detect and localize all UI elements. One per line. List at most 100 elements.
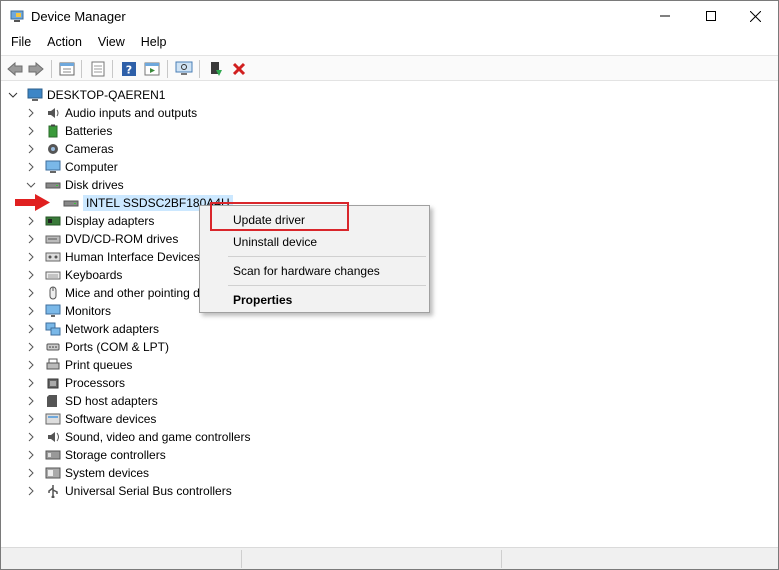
- properties-view-button[interactable]: [57, 59, 77, 79]
- menu-bar: File Action View Help: [1, 32, 778, 54]
- chevron-right-icon[interactable]: [25, 269, 37, 281]
- tree-category-software-devices[interactable]: Software devices: [25, 410, 156, 428]
- context-scan-hardware[interactable]: Scan for hardware changes: [233, 264, 380, 278]
- forward-button[interactable]: [26, 59, 46, 79]
- chevron-right-icon[interactable]: [25, 305, 37, 317]
- tree-category-disk-drives[interactable]: Disk drives: [25, 176, 124, 194]
- minimize-button[interactable]: [642, 1, 688, 31]
- status-bar: [1, 547, 778, 569]
- properties-view-icon: [59, 62, 75, 76]
- tree-category-label: Audio inputs and outputs: [65, 106, 198, 120]
- chevron-right-icon[interactable]: [25, 377, 37, 389]
- close-icon: [749, 10, 761, 22]
- chevron-right-icon[interactable]: [25, 485, 37, 497]
- tree-category-label: Batteries: [65, 124, 113, 138]
- uninstall-button[interactable]: [229, 59, 249, 79]
- chevron-right-icon[interactable]: [25, 251, 37, 263]
- tree-category-monitors[interactable]: Monitors: [25, 302, 111, 320]
- tree-category-label: Network adapters: [65, 322, 160, 336]
- tree-category-sound-video-and-game-controllers[interactable]: Sound, video and game controllers: [25, 428, 250, 446]
- chevron-right-icon[interactable]: [25, 233, 37, 245]
- scan-hardware-button[interactable]: [174, 59, 194, 79]
- tree-category-system-devices[interactable]: System devices: [25, 464, 149, 482]
- update-driver-button[interactable]: [206, 59, 226, 79]
- device-tree: DESKTOP-QAEREN1 Audio inputs and outputs…: [1, 83, 778, 547]
- tree-category-cameras[interactable]: Cameras: [25, 140, 114, 158]
- tree-category-processors[interactable]: Processors: [25, 374, 125, 392]
- chevron-right-icon[interactable]: [25, 215, 37, 227]
- tree-category-computer[interactable]: Computer: [25, 158, 118, 176]
- list-button[interactable]: [88, 59, 108, 79]
- device-manager-app-icon: [10, 10, 24, 22]
- usb-icon: [45, 484, 61, 499]
- menu-help[interactable]: Help: [133, 32, 175, 52]
- tree-category-label: Monitors: [65, 304, 112, 318]
- tree-category-label: Ports (COM & LPT): [65, 340, 170, 354]
- chevron-right-icon[interactable]: [25, 431, 37, 443]
- tree-category-audio-inputs-and-outputs[interactable]: Audio inputs and outputs: [25, 104, 197, 122]
- run-button[interactable]: [142, 59, 162, 79]
- mouse-icon: [45, 286, 61, 300]
- chevron-right-icon[interactable]: [25, 359, 37, 371]
- chevron-right-icon[interactable]: [25, 287, 37, 299]
- tree-root[interactable]: DESKTOP-QAEREN1: [7, 86, 165, 104]
- sd-card-icon: [45, 394, 61, 408]
- software-device-icon: [45, 412, 61, 426]
- display-adapter-icon: [45, 214, 61, 228]
- computer-icon: [45, 160, 61, 174]
- tree-category-label: DVD/CD-ROM drives: [65, 232, 179, 246]
- context-uninstall-device[interactable]: Uninstall device: [233, 235, 317, 249]
- tree-category-universal-serial-bus-controllers[interactable]: Universal Serial Bus controllers: [25, 482, 232, 500]
- chevron-right-icon[interactable]: [25, 161, 37, 173]
- computer-name: DESKTOP-QAEREN1: [47, 88, 166, 102]
- tree-category-storage-controllers[interactable]: Storage controllers: [25, 446, 166, 464]
- chevron-right-icon[interactable]: [25, 143, 37, 155]
- tree-category-sd-host-adapters[interactable]: SD host adapters: [25, 392, 158, 410]
- maximize-button[interactable]: [688, 1, 734, 31]
- close-button[interactable]: [732, 1, 778, 31]
- menu-action[interactable]: Action: [39, 32, 90, 52]
- status-divider: [501, 550, 502, 568]
- chevron-down-icon[interactable]: [25, 179, 37, 191]
- tree-category-display-adapters[interactable]: Display adapters: [25, 212, 154, 230]
- toolbar: ?: [1, 55, 778, 81]
- chevron-right-icon[interactable]: [25, 467, 37, 479]
- chevron-right-icon[interactable]: [25, 449, 37, 461]
- chevron-right-icon[interactable]: [25, 107, 37, 119]
- tree-category-dvd-cd-rom-drives[interactable]: DVD/CD-ROM drives: [25, 230, 178, 248]
- menu-file[interactable]: File: [3, 32, 39, 52]
- storage-controller-icon: [45, 448, 61, 462]
- toolbar-separator: [81, 60, 82, 78]
- svg-text:?: ?: [126, 64, 132, 77]
- processor-icon: [45, 376, 61, 390]
- tree-category-ports-com-lpt[interactable]: Ports (COM & LPT): [25, 338, 169, 356]
- chevron-right-icon[interactable]: [25, 323, 37, 335]
- system-device-icon: [45, 466, 61, 480]
- context-properties[interactable]: Properties: [233, 293, 292, 307]
- update-driver-highlight-box: [210, 202, 349, 231]
- scan-monitor-icon: [175, 61, 193, 75]
- tree-category-network-adapters[interactable]: Network adapters: [25, 320, 159, 338]
- menu-view[interactable]: View: [90, 32, 133, 52]
- tree-category-human-interface-devices[interactable]: Human Interface Devices: [25, 248, 200, 266]
- run-icon: [144, 62, 160, 76]
- tree-category-batteries[interactable]: Batteries: [25, 122, 112, 140]
- tree-category-keyboards[interactable]: Keyboards: [25, 266, 122, 284]
- tree-category-label: SD host adapters: [65, 394, 158, 408]
- tree-category-label: Universal Serial Bus controllers: [65, 484, 232, 498]
- tree-category-print-queues[interactable]: Print queues: [25, 356, 132, 374]
- tree-category-label: Processors: [65, 376, 126, 390]
- uninstall-icon: [232, 62, 246, 76]
- tree-category-label: Human Interface Devices: [65, 250, 200, 264]
- chevron-right-icon[interactable]: [25, 341, 37, 353]
- tree-category-label: Cameras: [65, 142, 114, 156]
- chevron-right-icon[interactable]: [25, 413, 37, 425]
- help-button[interactable]: ?: [119, 59, 139, 79]
- back-button[interactable]: [5, 59, 25, 79]
- chevron-down-icon[interactable]: [7, 89, 19, 101]
- chevron-right-icon[interactable]: [25, 125, 37, 137]
- chevron-right-icon[interactable]: [25, 395, 37, 407]
- status-divider: [241, 550, 242, 568]
- hid-icon: [45, 250, 61, 264]
- context-separator: [228, 256, 426, 257]
